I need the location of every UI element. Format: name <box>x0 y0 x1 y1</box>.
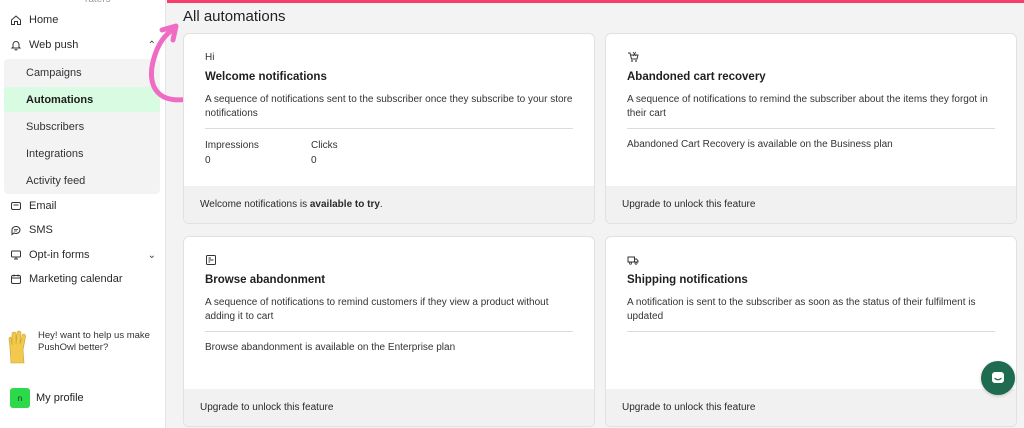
form-icon <box>10 249 22 261</box>
sidebar-item-label: Email <box>29 200 57 212</box>
feedback-promo[interactable]: Hey! want to help us make PushOwl better… <box>6 330 161 364</box>
truck-icon <box>627 253 641 267</box>
card-title: Abandoned cart recovery <box>627 71 766 83</box>
card-divider <box>627 128 995 129</box>
card-footer: Welcome notifications is available to tr… <box>184 186 594 223</box>
sidebar-item-label: SMS <box>29 224 53 236</box>
sidebar-item-label: Web push <box>29 39 79 51</box>
avatar: n <box>10 388 30 408</box>
sidebar-item-web-push[interactable]: Web push ⌃ <box>10 35 156 55</box>
sidebar-item-home[interactable]: Home <box>10 10 58 30</box>
card-footer[interactable]: Upgrade to unlock this feature <box>606 389 1016 426</box>
stat-label: Impressions <box>205 140 259 151</box>
footer-status: available to try <box>309 199 380 210</box>
card-title: Browse abandonment <box>205 274 326 286</box>
sidebar-item-integrations[interactable]: Integrations <box>4 141 160 166</box>
sidebar-item-subscribers[interactable]: Subscribers <box>4 114 160 139</box>
calendar-icon <box>10 273 22 285</box>
hi-icon: Hi <box>205 51 215 63</box>
card-title: Welcome notifications <box>205 71 327 83</box>
bell-icon <box>10 39 22 51</box>
sidebar-cut-text: raters <box>85 0 111 5</box>
stat-impressions: Impressions 0 <box>205 139 259 168</box>
footer-suffix: . <box>379 199 383 210</box>
chevron-down-icon: ⌄ <box>147 249 156 261</box>
sidebar-item-optin-forms[interactable]: Opt-in forms ⌄ <box>10 245 156 265</box>
promo-text: Hey! want to help us make PushOwl better… <box>38 330 150 353</box>
stat-label: Clicks <box>311 140 338 151</box>
profile-link[interactable]: n My profile <box>10 388 84 408</box>
sidebar-item-activity-feed[interactable]: Activity feed <box>4 168 160 193</box>
chat-launcher-button[interactable] <box>981 361 1015 395</box>
accent-bar <box>167 0 1024 3</box>
footer-text: Welcome notifications is <box>200 199 308 210</box>
card-divider <box>205 331 573 332</box>
raised-hand-icon <box>6 330 28 364</box>
automation-card-browse-abandonment[interactable]: Browse abandonment A sequence of notific… <box>183 236 595 427</box>
browse-icon <box>205 253 219 267</box>
card-divider <box>205 128 573 129</box>
sidebar-item-automations[interactable]: Automations <box>4 87 160 112</box>
stat-clicks: Clicks 0 <box>311 139 338 168</box>
stat-value: 0 <box>311 155 317 166</box>
card-title: Shipping notifications <box>627 274 748 286</box>
automation-card-shipping[interactable]: Shipping notifications A notification is… <box>605 236 1017 427</box>
plan-note: Abandoned Cart Recovery is available on … <box>627 139 893 150</box>
card-footer[interactable]: Upgrade to unlock this feature <box>184 389 594 426</box>
message-icon <box>10 224 22 236</box>
profile-label: My profile <box>36 392 84 404</box>
card-divider <box>627 331 995 332</box>
sidebar-item-campaigns[interactable]: Campaigns <box>4 60 160 85</box>
home-icon <box>10 14 22 26</box>
sidebar-item-marketing-calendar[interactable]: Marketing calendar <box>10 269 123 289</box>
card-description: A sequence of notifications to remind th… <box>627 94 988 119</box>
chat-icon <box>992 372 1004 383</box>
sidebar-item-sms[interactable]: SMS <box>10 220 53 240</box>
automation-card-welcome[interactable]: Hi Welcome notifications A sequence of n… <box>183 33 595 224</box>
automation-card-abandoned-cart[interactable]: Abandoned cart recovery A sequence of no… <box>605 33 1017 224</box>
sidebar-item-label: Home <box>29 14 59 26</box>
plan-note: Browse abandonment is available on the E… <box>205 342 456 353</box>
stat-value: 0 <box>205 155 211 166</box>
card-footer[interactable]: Upgrade to unlock this feature <box>606 186 1016 223</box>
card-description: A notification is sent to the subscriber… <box>627 297 976 322</box>
card-description: A sequence of notifications sent to the … <box>205 94 573 119</box>
mail-icon <box>10 200 22 212</box>
sidebar-item-email[interactable]: Email <box>10 196 57 216</box>
sidebar-item-label: Marketing calendar <box>29 273 123 285</box>
cart-icon <box>627 50 641 64</box>
sidebar-item-label: Opt-in forms <box>29 249 90 261</box>
card-description: A sequence of notifications to remind cu… <box>205 297 549 322</box>
